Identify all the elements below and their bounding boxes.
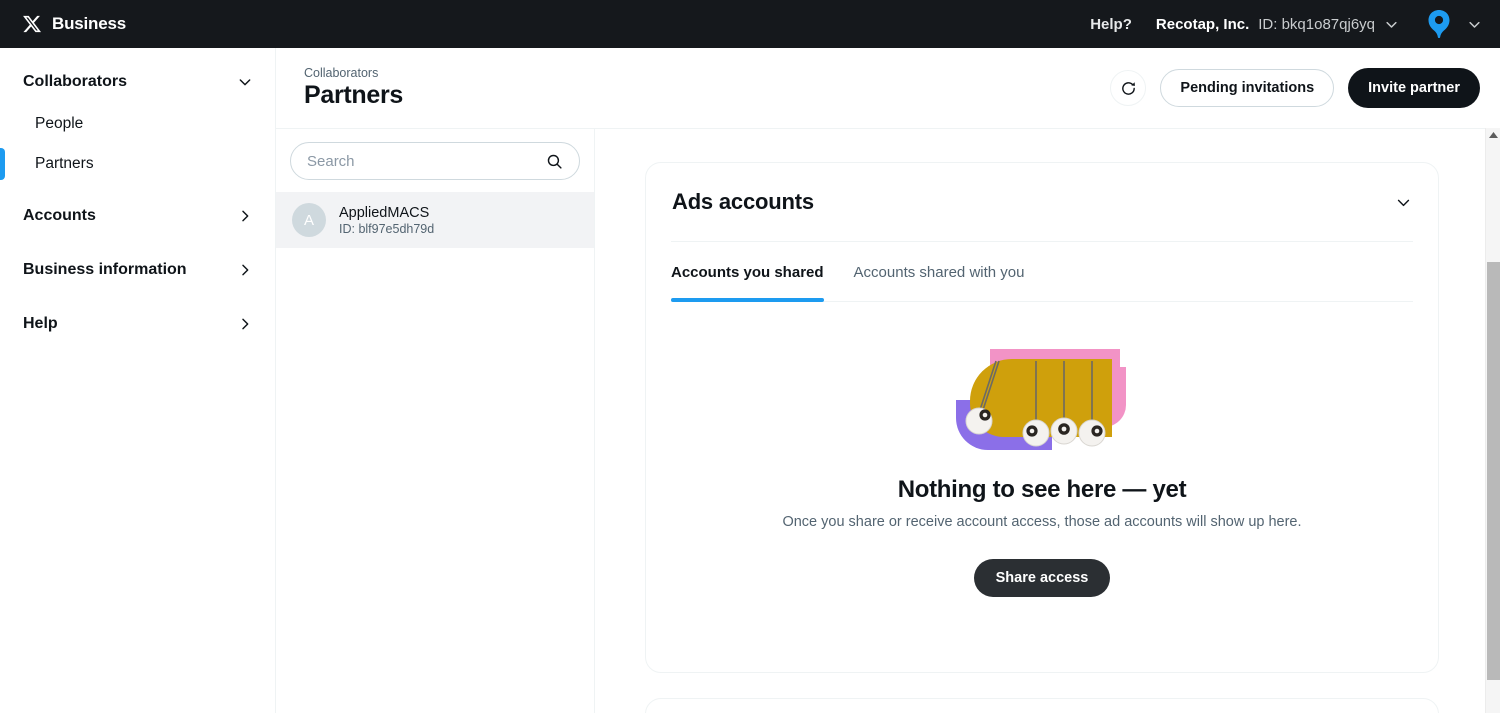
share-access-button[interactable]: Share access — [973, 559, 1111, 597]
sidebar-item-label: Accounts — [23, 207, 96, 224]
list-item-text: AppliedMACS ID: blf97e5dh79d — [339, 205, 434, 236]
account-id: ID: bkq1o87qj6yq — [1258, 15, 1375, 33]
ads-accounts-card-header: Ads accounts — [671, 163, 1413, 241]
brand-home-link[interactable]: Business — [22, 14, 126, 34]
page-title: Partners — [304, 81, 404, 109]
user-avatar-logo — [1428, 10, 1450, 38]
ads-accounts-card: Ads accounts Accounts you shared Account… — [645, 162, 1439, 673]
page-title-block: Collaborators Partners — [304, 66, 403, 110]
chevron-right-icon — [242, 210, 249, 222]
list-item[interactable]: A AppliedMACS ID: blf97e5dh79d — [276, 192, 594, 248]
active-indicator — [0, 148, 5, 180]
sidebar-item-label: People — [35, 115, 84, 132]
chevron-down-icon — [1469, 21, 1480, 28]
sidebar-item-label: Partners — [35, 155, 94, 172]
search-input[interactable] — [307, 152, 546, 170]
empty-state-subtitle: Once you share or receive account access… — [782, 514, 1302, 530]
scroll-up-button[interactable] — [1486, 128, 1500, 143]
breadcrumb: Collaborators — [304, 66, 379, 80]
chevron-right-icon — [242, 318, 249, 330]
vertical-scrollbar[interactable] — [1485, 128, 1500, 713]
refresh-icon — [1122, 81, 1135, 95]
x-logo-icon — [23, 15, 42, 33]
page-header: Collaborators Partners Pending invitatio… — [276, 48, 1500, 128]
sidebar-item-label: Help — [23, 315, 58, 332]
user-menu[interactable] — [1423, 8, 1482, 40]
partner-name: AppliedMACS — [339, 204, 430, 221]
partner-id: ID: blf97e5dh79d — [339, 221, 435, 236]
empty-state: Nothing to see here — yet Once you share… — [671, 302, 1413, 597]
account-name: Recotap, Inc. — [1155, 15, 1250, 33]
chevron-right-icon — [242, 264, 249, 276]
sidebar-item-accounts[interactable]: Accounts — [0, 196, 275, 236]
partners-list-panel: A AppliedMACS ID: blf97e5dh79d — [276, 128, 595, 713]
sidebar-item-collaborators[interactable]: Collaborators — [0, 62, 275, 102]
sidebar-item-partners[interactable]: Partners — [0, 144, 275, 184]
pending-invitations-button[interactable]: Pending invitations — [1160, 69, 1335, 107]
brand-name: Business — [52, 14, 126, 33]
sidebar-item-help[interactable]: Help — [0, 304, 275, 344]
chevron-down-icon — [239, 79, 251, 86]
tab-accounts-shared-with-you[interactable]: Accounts shared with you — [854, 242, 1025, 302]
top-nav-right-group: Help? Recotap, Inc. ID: bkq1o87qj6yq — [1090, 8, 1482, 40]
card-title: Ads accounts — [672, 189, 814, 214]
search-icon[interactable] — [546, 153, 563, 170]
newtons-cradle-eyeballs-illustration — [956, 349, 1126, 450]
sidebar-item-label: Business information — [23, 261, 187, 278]
sidebar-item-people[interactable]: People — [0, 104, 275, 144]
ads-accounts-tabs: Accounts you shared Accounts shared with… — [671, 242, 1413, 302]
sidebar-item-label: Collaborators — [23, 73, 128, 90]
avatar: A — [292, 203, 326, 237]
next-card-partial — [645, 698, 1439, 713]
invite-partner-button[interactable]: Invite partner — [1348, 68, 1480, 108]
page-header-actions: Pending invitations Invite partner — [1110, 68, 1480, 108]
scrollbar-thumb[interactable] — [1487, 262, 1500, 680]
help-link[interactable]: Help? — [1090, 16, 1132, 33]
chevron-down-icon[interactable] — [1395, 194, 1412, 211]
search-box[interactable] — [290, 142, 580, 180]
partner-detail-pane: Ads accounts Accounts you shared Account… — [595, 128, 1485, 713]
primary-sidebar: Collaborators People Partners Accounts B… — [0, 48, 276, 713]
scroll-up-arrow-icon — [1488, 132, 1498, 138]
tab-accounts-you-shared[interactable]: Accounts you shared — [671, 242, 824, 302]
sidebar-item-business-information[interactable]: Business information — [0, 250, 275, 290]
refresh-button[interactable] — [1110, 70, 1147, 106]
empty-state-title: Nothing to see here — yet — [897, 476, 1187, 503]
top-navigation-bar: Business Help? Recotap, Inc. ID: bkq1o87… — [0, 0, 1500, 48]
previous-card-partial — [645, 128, 1439, 129]
chevron-down-icon — [1386, 21, 1397, 28]
account-switcher[interactable]: Recotap, Inc. ID: bkq1o87qj6yq — [1156, 16, 1399, 33]
